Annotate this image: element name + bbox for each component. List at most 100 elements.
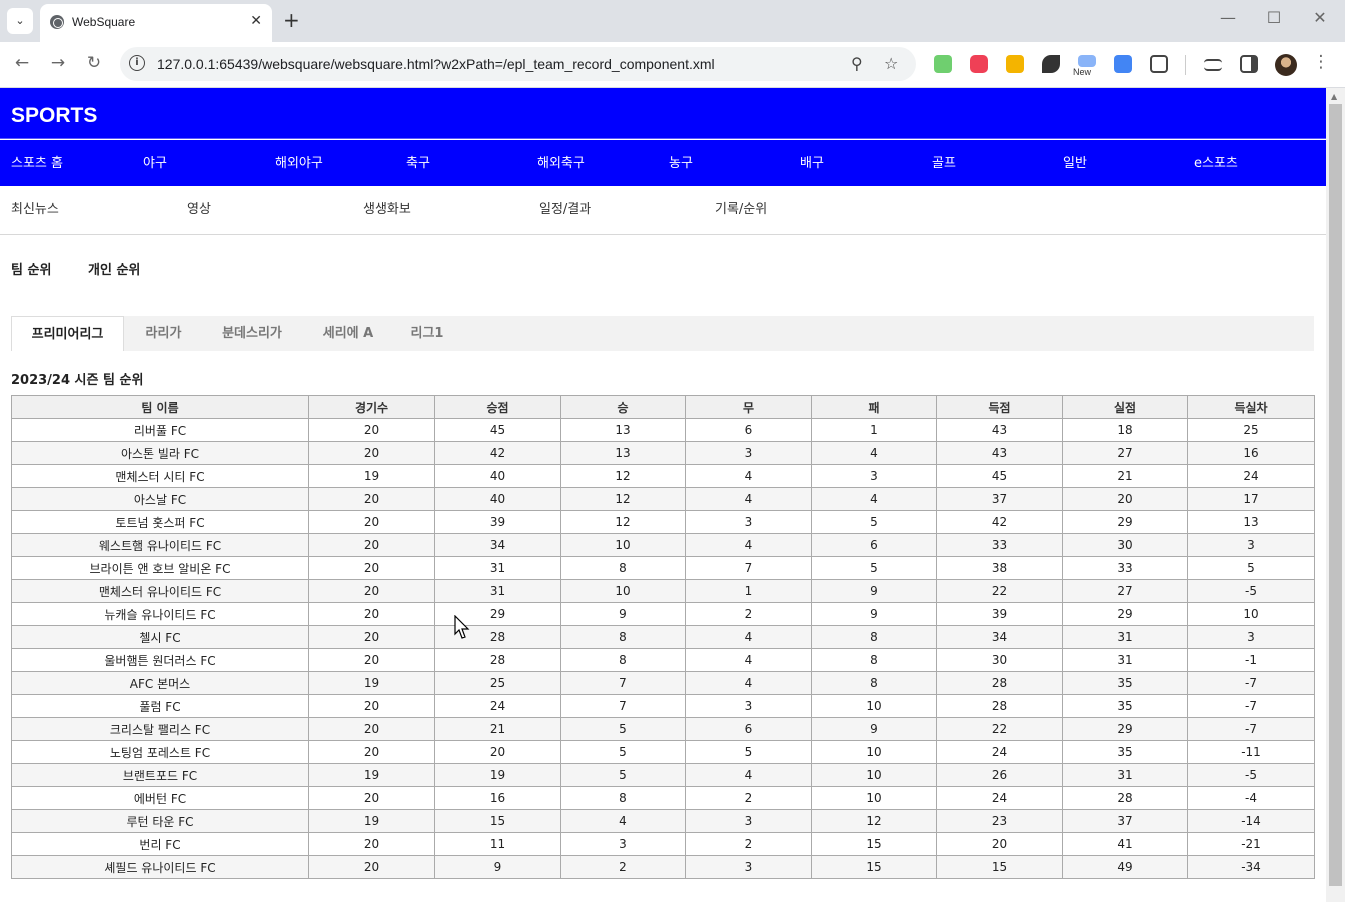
color-picker-icon[interactable]	[1042, 55, 1060, 73]
kebab-menu-icon[interactable]: ⋮	[1309, 52, 1333, 72]
tab-ligue-1[interactable]: 리그1	[397, 316, 457, 351]
table-row[interactable]: 루턴 타운 FC 19 15 4 3 12 23 37 -14	[11, 809, 1315, 833]
column-header-played[interactable]: 경기수	[308, 395, 435, 419]
extensions-puzzle-icon[interactable]	[1150, 55, 1168, 73]
cell-team: 아스날 FC	[11, 487, 309, 511]
vertical-scrollbar[interactable]: ▲	[1326, 88, 1345, 902]
table-row[interactable]: 웨스트햄 유나이티드 FC 20 34 10 4 6 33 30 3	[11, 533, 1315, 557]
table-row[interactable]: 울버햄튼 원더러스 FC 20 28 8 4 8 30 31 -1	[11, 648, 1315, 672]
nav-item-sports-home[interactable]: 스포츠 홈	[11, 152, 63, 171]
site-info-icon[interactable]: i	[129, 55, 145, 71]
address-bar[interactable]: i 127.0.0.1:65439/websquare/websquare.ht…	[120, 47, 916, 81]
extension-new-icon[interactable]	[1078, 55, 1096, 67]
cell-losses: 4	[811, 487, 937, 511]
extension-green-icon[interactable]	[934, 55, 952, 73]
site-logo[interactable]: SPORTS	[11, 104, 97, 128]
subnav-item-latest-news[interactable]: 최신뉴스	[11, 198, 59, 217]
table-row[interactable]: 토트넘 홋스퍼 FC 20 39 12 3 5 42 29 13	[11, 510, 1315, 534]
table-row[interactable]: 아스톤 빌라 FC 20 42 13 3 4 43 27 16	[11, 441, 1315, 465]
table-row[interactable]: 첼시 FC 20 28 8 4 8 34 31 3	[11, 625, 1315, 649]
cell-played: 19	[308, 809, 435, 833]
nav-item-baseball[interactable]: 야구	[143, 152, 167, 171]
nav-item-golf[interactable]: 골프	[932, 152, 956, 171]
cell-losses: 10	[811, 740, 937, 764]
column-header-goals-against[interactable]: 실점	[1062, 395, 1188, 419]
table-row[interactable]: 브랜트포드 FC 19 19 5 4 10 26 31 -5	[11, 763, 1315, 787]
minimize-icon[interactable]: —	[1213, 8, 1243, 27]
column-header-goal-difference[interactable]: 득실차	[1187, 395, 1315, 419]
table-row[interactable]: 노팅엄 포레스트 FC 20 20 5 5 10 24 35 -11	[11, 740, 1315, 764]
profile-avatar[interactable]	[1275, 54, 1297, 76]
tab-serie-a[interactable]: 세리에 A	[307, 316, 389, 351]
column-header-points[interactable]: 승점	[434, 395, 561, 419]
tab-close-icon[interactable]: ✕	[250, 13, 262, 29]
column-header-wins[interactable]: 승	[560, 395, 686, 419]
nav-item-overseas-baseball[interactable]: 해외야구	[275, 152, 323, 171]
nav-item-overseas-football[interactable]: 해외축구	[537, 152, 585, 171]
forward-arrow-icon[interactable]: →	[46, 53, 70, 73]
cell-team: 풀럼 FC	[11, 694, 309, 718]
pocket-icon[interactable]	[970, 55, 988, 73]
cell-goal-difference: -1	[1187, 648, 1315, 672]
column-header-draws[interactable]: 무	[685, 395, 812, 419]
scrollbar-thumb[interactable]	[1329, 104, 1342, 886]
cell-points: 25	[434, 671, 561, 695]
nav-item-football[interactable]: 축구	[406, 152, 430, 171]
table-row[interactable]: 번리 FC 20 11 3 2 15 20 41 -21	[11, 832, 1315, 856]
cell-goals-against: 28	[1062, 786, 1188, 810]
cell-losses: 10	[811, 763, 937, 787]
window-close-icon[interactable]: ✕	[1305, 8, 1335, 27]
reload-icon[interactable]: ↻	[82, 53, 106, 73]
cell-played: 20	[308, 510, 435, 534]
bookmark-star-icon[interactable]: ☆	[884, 54, 898, 73]
cell-wins: 8	[560, 648, 686, 672]
table-row[interactable]: 에버턴 FC 20 16 8 2 10 24 28 -4	[11, 786, 1315, 810]
tab-premier-league[interactable]: 프리미어리그	[11, 316, 124, 351]
column-header-team[interactable]: 팀 이름	[11, 395, 309, 419]
table-row[interactable]: AFC 본머스 19 25 7 4 8 28 35 -7	[11, 671, 1315, 695]
table-row[interactable]: 리버풀 FC 20 45 13 6 1 43 18 25	[11, 418, 1315, 442]
translate-icon[interactable]	[1114, 55, 1132, 73]
table-row[interactable]: 크리스탈 팰리스 FC 20 21 5 6 9 22 29 -7	[11, 717, 1315, 741]
table-row[interactable]: 뉴캐슬 유나이티드 FC 20 29 9 2 9 39 29 10	[11, 602, 1315, 626]
standings-table-body: 리버풀 FC 20 45 13 6 1 43 18 25 아스톤 빌라 FC 20 42 13 3 4 43 2…	[11, 418, 1315, 879]
nav-item-basketball[interactable]: 농구	[669, 152, 693, 171]
table-row[interactable]: 아스날 FC 20 40 12 4 4 37 20 17	[11, 487, 1315, 511]
nav-item-volleyball[interactable]: 배구	[800, 152, 824, 171]
subnav-item-schedule[interactable]: 일정/결과	[539, 198, 591, 217]
cell-wins: 10	[560, 533, 686, 557]
new-tab-plus-icon[interactable]: +	[283, 8, 300, 32]
media-controls-icon[interactable]	[1204, 59, 1222, 71]
scroll-up-arrow-icon[interactable]: ▲	[1331, 92, 1337, 101]
subnav-item-video[interactable]: 영상	[187, 198, 211, 217]
table-row[interactable]: 맨체스터 시티 FC 19 40 12 4 3 45 21 24	[11, 464, 1315, 488]
column-header-goals-for[interactable]: 득점	[936, 395, 1063, 419]
nav-item-esports[interactable]: e스포츠	[1194, 152, 1238, 171]
url-text[interactable]: 127.0.0.1:65439/websquare/websquare.html…	[157, 56, 715, 72]
subnav-item-photos[interactable]: 생생화보	[363, 198, 411, 217]
table-row[interactable]: 풀럼 FC 20 24 7 3 10 28 35 -7	[11, 694, 1315, 718]
extension-yellow-icon[interactable]	[1006, 55, 1024, 73]
table-row[interactable]: 셰필드 유나이티드 FC 20 9 2 3 15 15 49 -34	[11, 855, 1315, 879]
table-row[interactable]: 브라이튼 앤 호브 알비온 FC 20 31 8 7 5 38 33 5	[11, 556, 1315, 580]
cell-losses: 1	[811, 418, 937, 442]
tab-player-ranking[interactable]: 개인 순위	[88, 259, 140, 278]
subnav-item-records[interactable]: 기록/순위	[715, 198, 767, 217]
cell-played: 20	[308, 855, 435, 879]
tab-search-chevron-icon[interactable]: ⌄	[7, 8, 33, 34]
column-header-losses[interactable]: 패	[811, 395, 937, 419]
back-arrow-icon[interactable]: ←	[10, 53, 34, 73]
tab-laliga[interactable]: 라리가	[127, 316, 200, 351]
table-row[interactable]: 맨체스터 유나이티드 FC 20 31 10 1 9 22 27 -5	[11, 579, 1315, 603]
nav-item-general[interactable]: 일반	[1063, 152, 1087, 171]
cell-goals-for: 42	[936, 510, 1063, 534]
maximize-icon[interactable]: ☐	[1259, 8, 1289, 27]
cell-draws: 3	[685, 694, 812, 718]
cell-goal-difference: 25	[1187, 418, 1315, 442]
cell-losses: 12	[811, 809, 937, 833]
browser-tab[interactable]: WebSquare ✕	[40, 4, 272, 42]
tab-team-ranking[interactable]: 팀 순위	[11, 259, 51, 278]
side-panel-icon[interactable]	[1240, 55, 1258, 73]
tab-bundesliga[interactable]: 분데스리가	[207, 316, 297, 351]
zoom-icon[interactable]: ⚲	[851, 54, 863, 73]
